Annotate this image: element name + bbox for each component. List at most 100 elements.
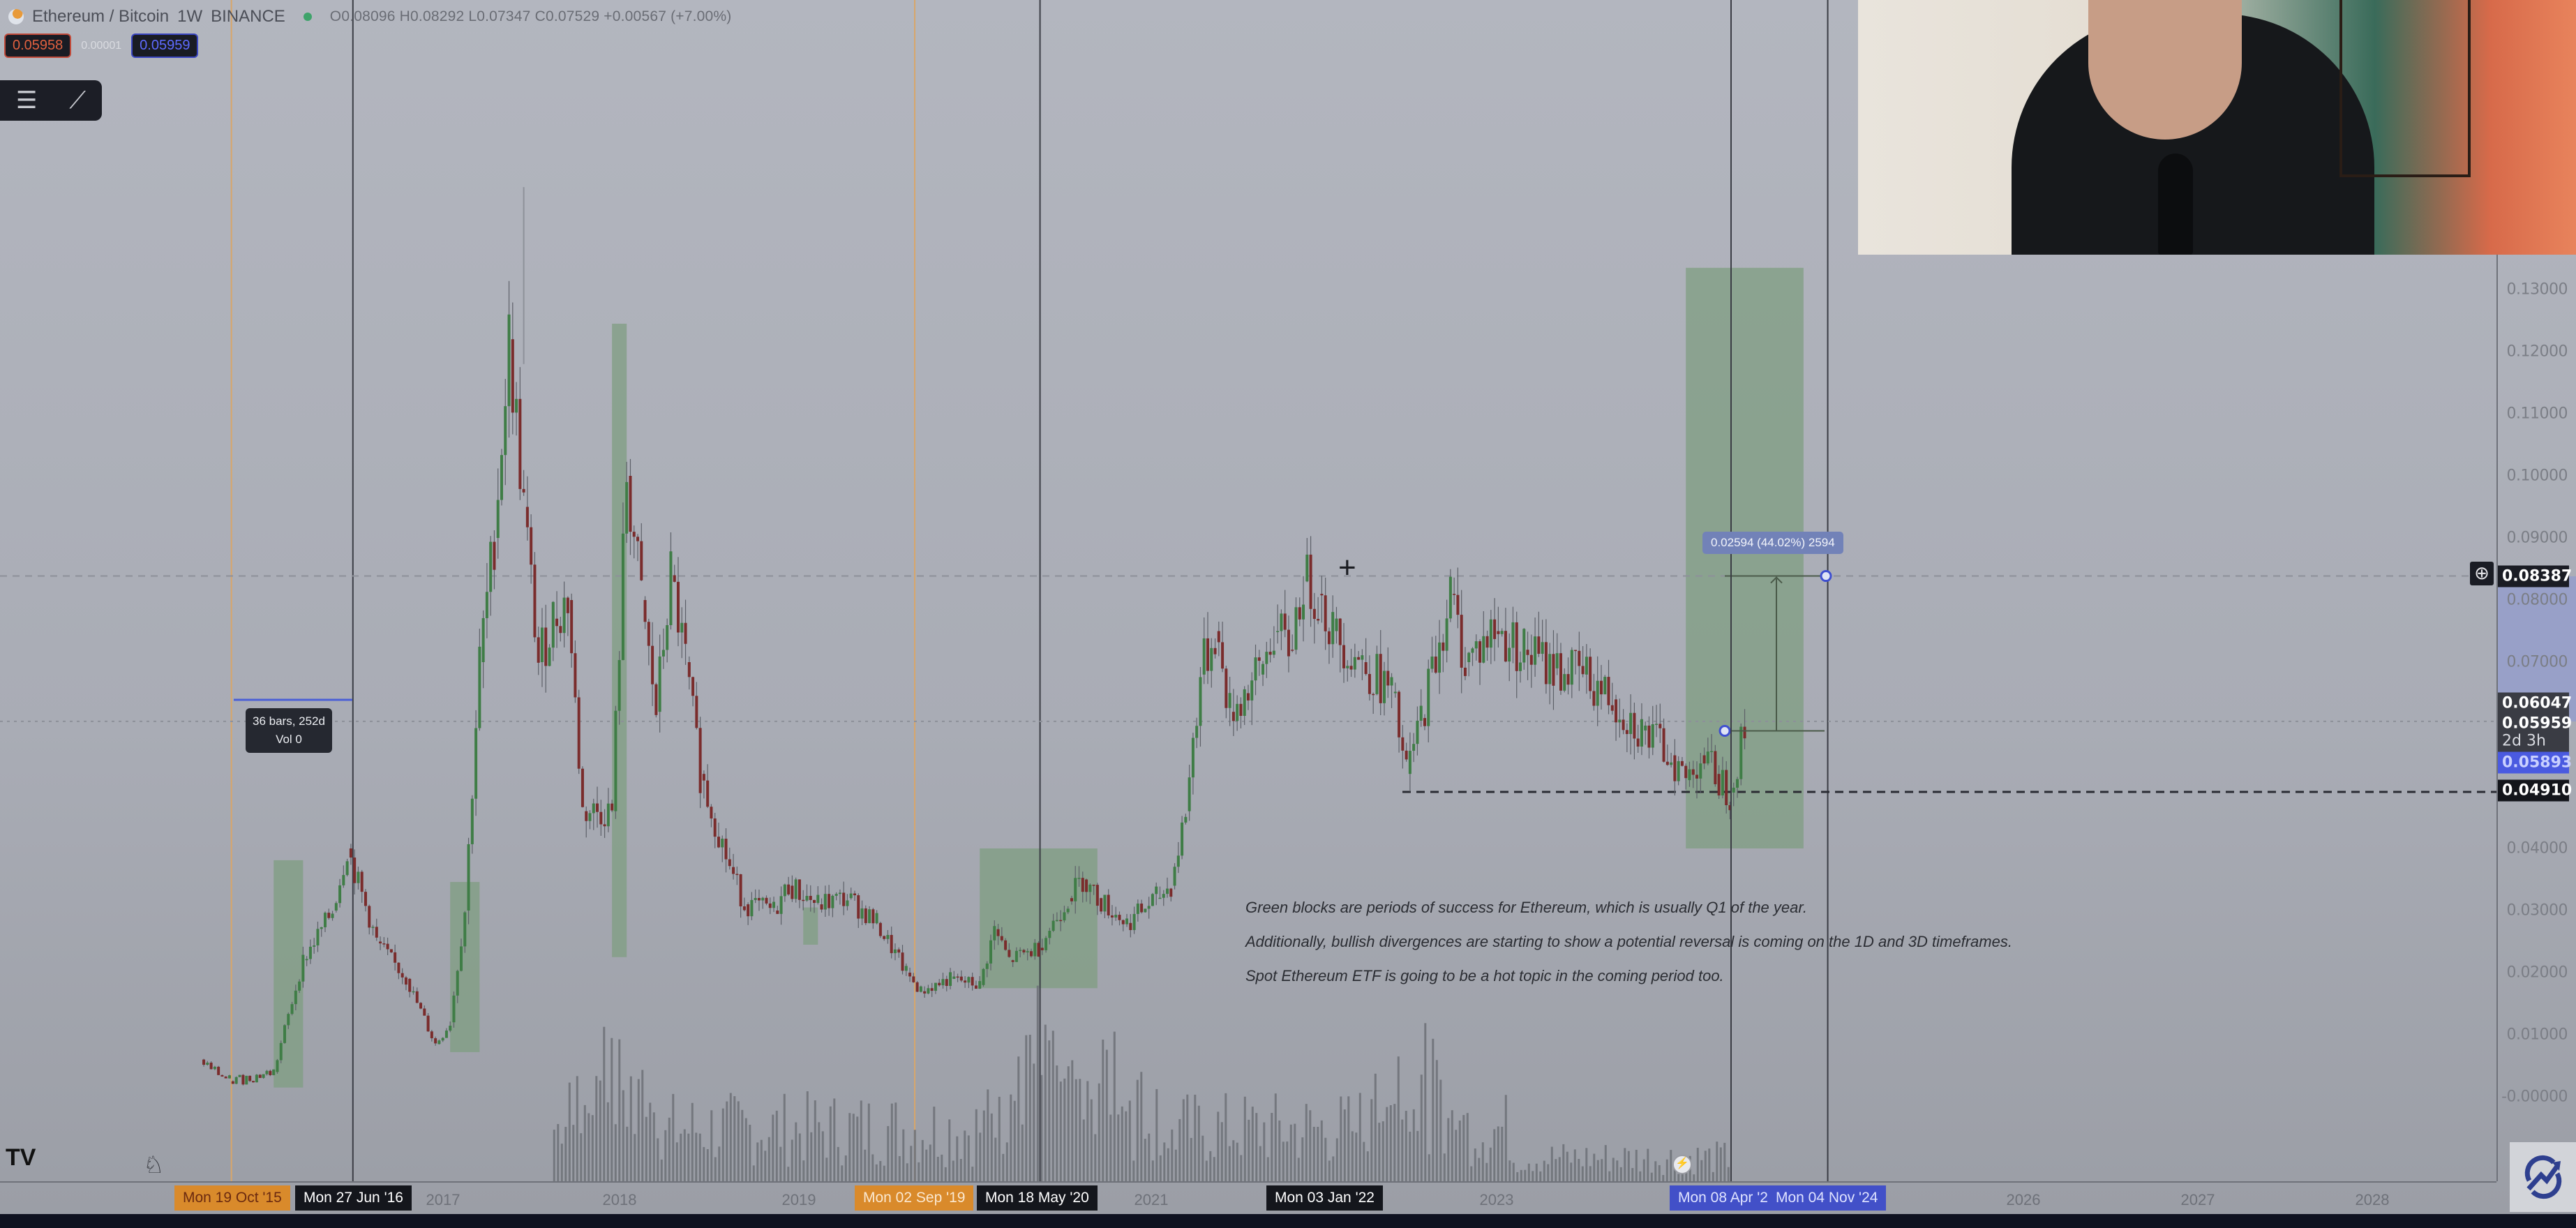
candle-up[interactable] (1236, 703, 1239, 721)
candle-down[interactable] (695, 696, 698, 728)
candle-down[interactable] (202, 1059, 206, 1065)
candle-down[interactable] (890, 935, 893, 954)
candle-down[interactable] (713, 818, 717, 837)
candle-up[interactable] (1026, 951, 1029, 953)
candle-down[interactable] (739, 874, 742, 907)
candle-up[interactable] (308, 946, 312, 959)
candle-down[interactable] (757, 897, 761, 901)
candle-up[interactable] (1261, 664, 1265, 675)
candle-down[interactable] (1515, 622, 1518, 671)
candle-down[interactable] (735, 874, 739, 876)
candle-up[interactable] (927, 988, 930, 994)
candle-up[interactable] (1103, 894, 1107, 912)
candle-down[interactable] (1544, 642, 1548, 684)
candle-down[interactable] (419, 1003, 423, 1009)
candle-down[interactable] (857, 895, 860, 919)
candle-up[interactable] (1114, 915, 1118, 918)
candle-down[interactable] (1526, 650, 1529, 655)
candle-up[interactable] (294, 990, 297, 1005)
candle-down[interactable] (434, 1038, 437, 1044)
green-success-block[interactable] (803, 907, 818, 945)
candle-down[interactable] (938, 982, 941, 986)
tradingview-logo[interactable]: TV (6, 1144, 36, 1171)
candle-up[interactable] (245, 1075, 248, 1085)
candle-up[interactable] (1445, 618, 1448, 651)
candle-down[interactable] (1312, 608, 1316, 620)
green-success-block[interactable] (980, 848, 1098, 989)
candle-down[interactable] (1691, 769, 1695, 775)
candle-down[interactable] (1559, 653, 1562, 691)
candle-up[interactable] (1419, 705, 1423, 721)
candle-up[interactable] (504, 406, 507, 456)
candle-down[interactable] (386, 943, 389, 950)
candle-down[interactable] (728, 859, 731, 867)
candle-up[interactable] (1640, 719, 1643, 747)
candle-down[interactable] (248, 1075, 252, 1081)
candle-down[interactable] (1743, 726, 1746, 739)
candle-up[interactable] (298, 981, 301, 991)
candle-up[interactable] (234, 1077, 238, 1084)
candle-up[interactable] (779, 896, 783, 914)
candle-up[interactable] (750, 899, 754, 917)
candle-down[interactable] (1636, 738, 1640, 747)
candle-down[interactable] (1342, 645, 1346, 668)
candle-up[interactable] (452, 995, 456, 1023)
candle-down[interactable] (912, 976, 915, 982)
candle-up[interactable] (371, 927, 375, 928)
candle-down[interactable] (971, 977, 974, 986)
candle-down[interactable] (945, 979, 948, 987)
candle-down[interactable] (1298, 607, 1301, 620)
candle-down[interactable] (1327, 631, 1331, 645)
candle-down[interactable] (809, 896, 812, 900)
candle-up[interactable] (1331, 612, 1335, 645)
candle-up[interactable] (1346, 666, 1349, 668)
candle-down[interactable] (1092, 884, 1095, 886)
candle-down[interactable] (768, 903, 772, 908)
candle-down[interactable] (1622, 719, 1625, 731)
candle-up[interactable] (1408, 751, 1411, 774)
candle-down[interactable] (382, 943, 386, 945)
candle-up[interactable] (1603, 677, 1607, 695)
candle-up[interactable] (982, 968, 985, 985)
candle-down[interactable] (1589, 657, 1592, 691)
candle-down[interactable] (1386, 671, 1390, 686)
candle-down[interactable] (522, 488, 525, 493)
candle-down[interactable] (640, 541, 643, 581)
candle-up[interactable] (470, 798, 474, 844)
candle-up[interactable] (588, 813, 592, 821)
symbol-header[interactable]: Ethereum / Bitcoin 1W BINANCE O0.08096 H… (8, 7, 732, 27)
candle-down[interactable] (1257, 657, 1261, 661)
candle-up[interactable] (1482, 636, 1485, 663)
candle-up[interactable] (1066, 908, 1070, 913)
candle-up[interactable] (444, 1031, 448, 1038)
candle-up[interactable] (934, 982, 937, 991)
candle-up[interactable] (1125, 918, 1129, 924)
candle-up[interactable] (886, 935, 890, 939)
candle-down[interactable] (1441, 642, 1445, 651)
candle-up[interactable] (846, 900, 849, 906)
candle-down[interactable] (1702, 755, 1706, 764)
candle-up[interactable] (666, 624, 669, 650)
candle-down[interactable] (555, 618, 559, 627)
candle-down[interactable] (570, 600, 574, 654)
candle-up[interactable] (272, 1069, 276, 1075)
candle-down[interactable] (415, 991, 419, 1003)
candle-down[interactable] (1379, 654, 1382, 703)
candle-down[interactable] (1662, 728, 1665, 762)
candle-down[interactable] (996, 929, 1000, 936)
candle-up[interactable] (313, 945, 316, 947)
candle-down[interactable] (1434, 656, 1437, 673)
candle-down[interactable] (828, 894, 831, 908)
candle-down[interactable] (956, 976, 959, 978)
candle-down[interactable] (702, 774, 705, 781)
candle-up[interactable] (456, 971, 459, 996)
candle-down[interactable] (1140, 904, 1144, 913)
candle-up[interactable] (496, 500, 500, 538)
candle-down[interactable] (1239, 703, 1243, 716)
candle-up[interactable] (463, 912, 467, 947)
candle-down[interactable] (1324, 595, 1327, 631)
candle-down[interactable] (1615, 699, 1618, 723)
candle-up[interactable] (460, 946, 463, 971)
candle-up[interactable] (449, 1026, 452, 1031)
candle-down[interactable] (908, 973, 912, 977)
